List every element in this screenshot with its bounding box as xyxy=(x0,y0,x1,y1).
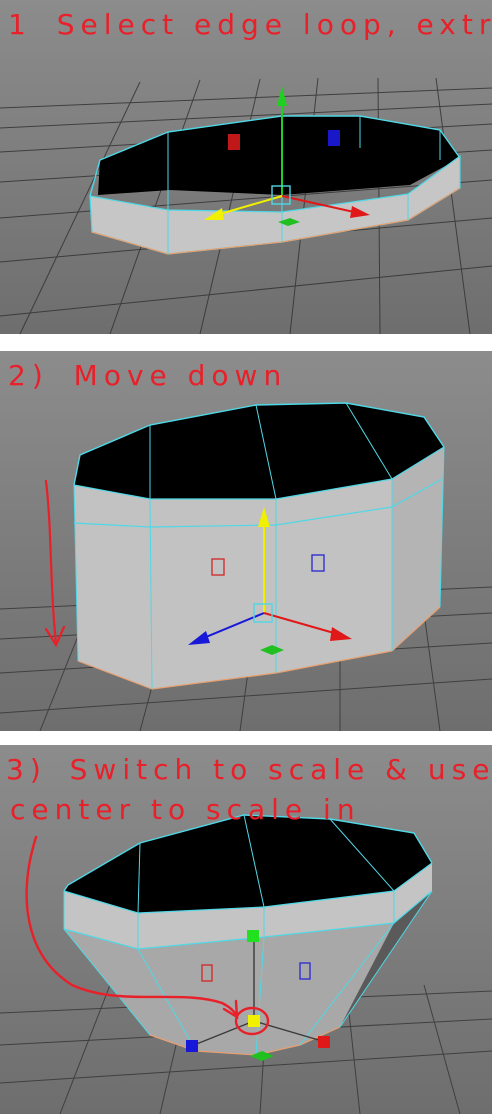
svg-text:3) Switch to scale & use: 3) Switch to scale & use xyxy=(6,753,492,786)
x-scale-cube-icon[interactable] xyxy=(318,1036,330,1048)
step-3-annotation-line1: Switch to scale & use xyxy=(70,753,492,786)
z-scale-cube-icon[interactable] xyxy=(186,1040,198,1052)
step-3-annotation-line2: center to scale in xyxy=(10,793,361,826)
step-2-annotation: Move down xyxy=(74,359,288,392)
step-3-number: 3) xyxy=(6,753,47,786)
viewport-step-1[interactable]: 1 Select edge loop, extrude xyxy=(0,0,492,334)
step-1-annotation: Select edge loop, extrude xyxy=(57,8,492,41)
svg-text:1 Select edge loop, extr: 1 Select edge loop, extrude xyxy=(8,8,492,41)
viewport-step-2[interactable]: 2) Move down xyxy=(0,351,492,731)
step-2-number: 2) xyxy=(8,359,49,392)
blue-handle-marker xyxy=(328,130,340,146)
viewport-step-3[interactable]: 3) Switch to scale & use center to scale… xyxy=(0,745,492,1114)
y-scale-cube-icon[interactable] xyxy=(247,930,259,942)
svg-text:2) Move down: 2) Move down xyxy=(8,359,287,392)
step-1-number: 1 xyxy=(8,8,32,41)
extruded-mesh[interactable] xyxy=(73,402,445,690)
center-scale-cube-icon[interactable] xyxy=(248,1015,260,1027)
red-handle-marker xyxy=(228,134,240,150)
